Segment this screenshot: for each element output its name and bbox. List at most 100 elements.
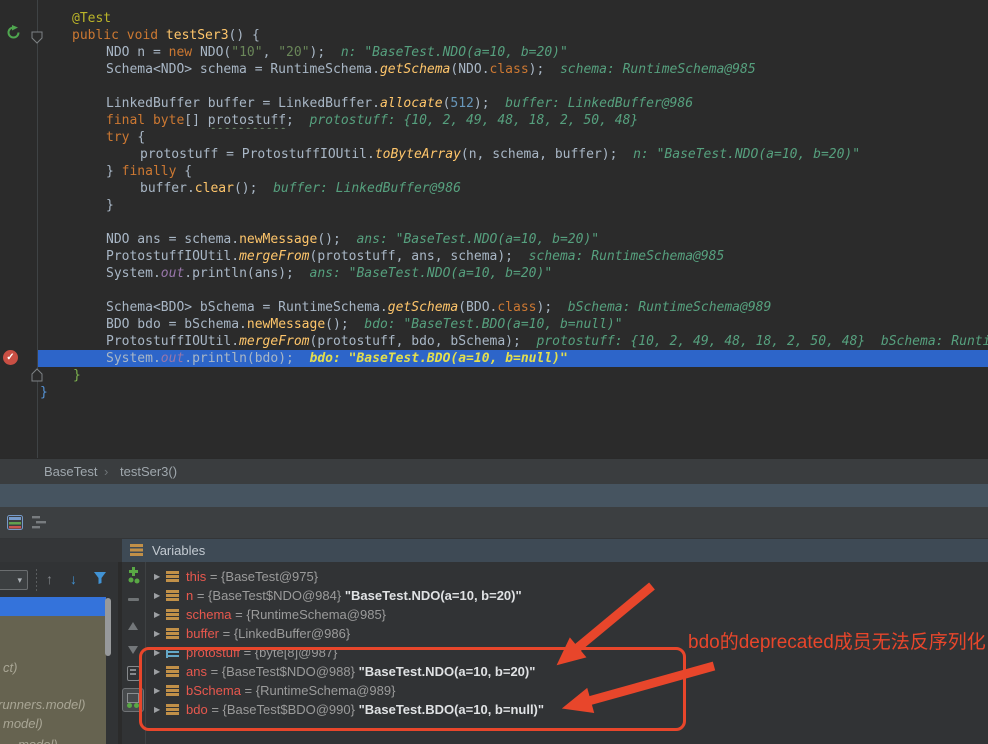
field-icon	[166, 590, 179, 601]
inline-debug-hint: buffer: LinkedBuffer@986	[257, 181, 461, 196]
code-line[interactable]	[0, 214, 988, 231]
expand-arrow-icon[interactable]: ▶	[154, 605, 160, 624]
breadcrumb-method[interactable]: testSer3()	[120, 459, 177, 485]
frame-item[interactable]: model)	[18, 737, 58, 744]
code-token: (BDO.	[458, 300, 497, 315]
code-line[interactable]: Schema<NDO> schema = RuntimeSchema.getSc…	[0, 61, 988, 78]
frame-down-button[interactable]: ↓	[70, 569, 77, 589]
move-down-icon[interactable]	[128, 646, 138, 654]
code-token: (NDO.	[450, 62, 489, 77]
selected-frame-row[interactable]	[0, 597, 106, 616]
thread-dropdown[interactable]: ▾	[0, 570, 28, 590]
code-line[interactable]: Schema<BDO> bSchema = RuntimeSchema.getS…	[0, 299, 988, 316]
annotation-text: bdo的deprecated成员无法反序列化	[688, 627, 986, 654]
inline-debug-hint: schema: RuntimeSchema@985	[513, 249, 724, 264]
code-token: []	[184, 113, 207, 128]
code-token: getSchema	[388, 300, 458, 315]
code-token: (n, schema, buffer);	[461, 147, 618, 162]
remove-watch-icon[interactable]	[128, 598, 139, 601]
menu-icon	[130, 544, 143, 556]
code-line[interactable]	[0, 78, 988, 95]
code-token: "20"	[278, 45, 309, 60]
chevron-down-icon: ▾	[17, 575, 22, 586]
code-token: try	[106, 130, 137, 145]
frames-panel: ▾ ↑ ↓ ct) runners.model) model) model)	[0, 562, 118, 744]
code-token: {	[137, 130, 145, 145]
add-watch-icon[interactable]	[126, 566, 142, 584]
breadcrumb-separator-icon: ›	[104, 459, 108, 485]
inline-debug-hint: protostuff: {10, 2, 49, 48, 18, 2, 50, 4…	[294, 113, 638, 128]
code-token: ();	[234, 181, 257, 196]
breadcrumb-class[interactable]: BaseTest	[44, 459, 97, 485]
code-token: new	[169, 45, 200, 60]
code-token: );	[474, 96, 490, 111]
frame-item[interactable]: ct)	[3, 660, 17, 675]
variable-row[interactable]: ▶ this = {BaseTest@975}	[146, 567, 988, 586]
expand-arrow-icon[interactable]: ▶	[154, 567, 160, 586]
filter-icon[interactable]	[93, 571, 107, 585]
frame-up-button[interactable]: ↑	[46, 569, 53, 589]
code-line[interactable]: protostuff = ProtostuffIOUtil.toByteArra…	[0, 146, 988, 163]
variable-text: this = {BaseTest@975}	[186, 567, 318, 586]
code-line[interactable]	[0, 282, 988, 299]
code-line[interactable]: System.out.println(ans); ans: "BaseTest.…	[0, 265, 988, 282]
code-token: finally	[122, 164, 185, 179]
code-token: ();	[325, 317, 348, 332]
code-token: mergeFrom	[239, 249, 309, 264]
code-line[interactable]: BDO bdo = bSchema.newMessage(); bdo: "Ba…	[0, 316, 988, 333]
code-token: clear	[195, 181, 234, 196]
code-editor[interactable]: ✓ @Testpublic void testSer3() {NDO n = n…	[0, 0, 988, 458]
execution-line[interactable]: System.out.println(bdo); bdo: "BaseTest.…	[0, 350, 988, 367]
variable-row[interactable]: ▶n = {BaseTest$NDO@984} "BaseTest.NDO(a=…	[146, 586, 988, 605]
code-line[interactable]: NDO n = new NDO("10", "20"); n: "BaseTes…	[0, 44, 988, 61]
frame-item[interactable]: model)	[3, 716, 43, 731]
inline-debug-hint: protostuff: {10, 2, 49, 48, 18, 2, 50, 4…	[521, 334, 865, 349]
variable-ref: = {LinkedBuffer@986}	[219, 626, 350, 641]
expand-arrow-icon[interactable]: ▶	[154, 624, 160, 643]
inline-debug-hint: ans: "BaseTest.NDO(a=10, b=20)"	[341, 232, 599, 247]
code-line[interactable]: LinkedBuffer buffer = LinkedBuffer.alloc…	[0, 95, 988, 112]
code-token: LinkedBuffer buffer = LinkedBuffer.	[106, 96, 380, 111]
code-token: );	[310, 45, 326, 60]
code-token: {	[184, 164, 192, 179]
inline-debug-hint: bdo: "BaseTest.BDO(a=10, b=null)"	[294, 351, 568, 366]
field-icon	[166, 609, 179, 620]
code-line[interactable]: ProtostuffIOUtil.mergeFrom(protostuff, a…	[0, 248, 988, 265]
tab-variables[interactable]: Variables	[122, 539, 988, 562]
code-token: ();	[317, 232, 340, 247]
code-line[interactable]: } finally {	[0, 163, 988, 180]
code-token: allocate	[380, 96, 443, 111]
layout-structure-icon[interactable]	[30, 514, 48, 531]
inline-debug-hint: bSchema: RuntimeSchema@989	[552, 300, 771, 315]
code-token: }	[40, 385, 48, 400]
code-line[interactable]: }	[0, 384, 988, 401]
debugger-window-icon[interactable]	[6, 514, 24, 531]
code-line[interactable]: }	[0, 367, 988, 384]
code-token: getSchema	[380, 62, 450, 77]
code-token: out	[161, 351, 184, 366]
code-token: NDO ans = schema.	[106, 232, 239, 247]
code-line[interactable]: NDO ans = schema.newMessage(); ans: "Bas…	[0, 231, 988, 248]
code-line[interactable]: ProtostuffIOUtil.mergeFrom(protostuff, b…	[0, 333, 988, 350]
code-line[interactable]: public void testSer3() {	[0, 27, 988, 44]
code-token: ProtostuffIOUtil.	[106, 334, 239, 349]
move-up-icon[interactable]	[128, 622, 138, 630]
frame-item[interactable]: runners.model)	[0, 697, 85, 712]
frames-scrollbar[interactable]	[105, 598, 111, 656]
green-dot	[127, 703, 132, 708]
code-token: (protostuff, bdo, bSchema);	[310, 334, 521, 349]
code-token: class	[490, 62, 529, 77]
code-token: newMessage	[247, 317, 325, 332]
code-line[interactable]: try {	[0, 129, 988, 146]
code-line[interactable]: }	[0, 197, 988, 214]
code-line[interactable]: buffer.clear(); buffer: LinkedBuffer@986	[0, 180, 988, 197]
variable-ref: = {BaseTest@975}	[206, 569, 318, 584]
code-line[interactable]: @Test	[0, 10, 988, 27]
variable-row[interactable]: ▶schema = {RuntimeSchema@985}	[146, 605, 988, 624]
code-line[interactable]: final byte[] protostuff; protostuff: {10…	[0, 112, 988, 129]
variable-ref: = {RuntimeSchema@985}	[232, 607, 386, 622]
expand-arrow-icon[interactable]: ▶	[154, 586, 160, 605]
variable-text: buffer = {LinkedBuffer@986}	[186, 624, 350, 643]
code-token: }	[106, 164, 122, 179]
code-token: BDO bdo = bSchema.	[106, 317, 247, 332]
